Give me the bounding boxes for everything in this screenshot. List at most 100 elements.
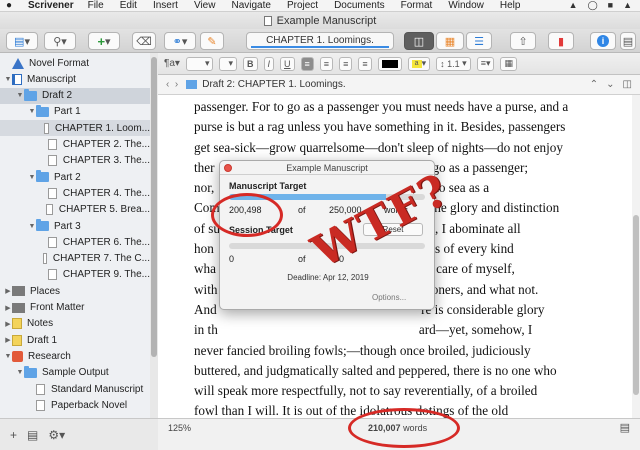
align-center-button[interactable]: ≡ [319, 56, 334, 71]
binder-item[interactable]: ▼ Research [0, 348, 150, 364]
inspector-button[interactable]: i [590, 32, 616, 50]
table-button[interactable]: ▦ [500, 56, 517, 71]
binder-item-label: CHAPTER 7. The C... [52, 253, 150, 265]
trash-button[interactable]: ⌫ [132, 32, 156, 50]
editor-scrollbar[interactable] [632, 95, 640, 418]
underline-button[interactable]: U [280, 56, 295, 71]
drive-icon[interactable]: ▲ [569, 0, 578, 11]
italic-button[interactable]: I [263, 56, 275, 71]
header-path[interactable]: Draft 2: CHAPTER 1. Loomings. [202, 79, 345, 90]
bookmark-button[interactable]: ▮ [548, 32, 574, 50]
binder-item[interactable]: CHAPTER 5. Brea... [0, 202, 150, 218]
text-color-button[interactable] [377, 56, 402, 71]
disclosure-expanded-icon[interactable]: ▼ [28, 174, 36, 181]
menu-app-name[interactable]: Scrivener [28, 0, 74, 11]
binder-item-label: Part 1 [54, 106, 81, 118]
sync-icon[interactable]: ◯ [588, 0, 598, 11]
binder-item[interactable]: CHAPTER 1. Loom... [0, 120, 150, 137]
gear-icon[interactable]: ⚙▾ [48, 428, 65, 442]
add-button[interactable]: + ▾ [88, 32, 120, 50]
font-menu[interactable]: ▾ [185, 56, 214, 71]
back-forward-icon[interactable]: ‹ › [166, 79, 178, 90]
binder-item[interactable]: ▼ Draft 2 [0, 87, 150, 104]
binder-item[interactable]: CHAPTER 4. The... [0, 185, 150, 201]
target-icon[interactable]: ▤ [620, 421, 630, 434]
highlight-icon: a [411, 59, 422, 68]
binder-item[interactable]: ▶ Places [0, 283, 150, 299]
menu-edit[interactable]: Edit [120, 0, 137, 11]
format-bar: ¶a▾ ▾ ▾ B I U ≡ ≡ ≡ ≡ a ▾ ↕ 1.1 ▾ ≡▾ ▦ [158, 53, 640, 75]
align-right-button[interactable]: ≡ [339, 56, 353, 71]
binder-item[interactable]: ▶ Front Matter [0, 300, 150, 316]
editor-line: will speak more respectfully, not to say… [194, 383, 538, 399]
close-icon[interactable] [224, 164, 232, 172]
corkboard-button[interactable]: ▦ [436, 32, 464, 50]
binder-item[interactable]: CHAPTER 9. The... [0, 267, 150, 283]
menu-documents[interactable]: Documents [334, 0, 385, 11]
binder-item[interactable]: ▼ Manuscript [0, 71, 150, 87]
add-folder-icon[interactable]: ▤ [27, 428, 38, 442]
binder-item[interactable]: CHAPTER 6. The... [0, 234, 150, 250]
binder-item-label: Part 2 [54, 171, 81, 183]
menu-navigate[interactable]: Navigate [231, 0, 270, 11]
binder-item[interactable]: Novel Format [0, 55, 150, 71]
zoom-level[interactable]: 125% [168, 423, 191, 433]
down-arrow-icon[interactable]: ⌄ [606, 79, 614, 90]
binder-scrollbar[interactable] [150, 53, 158, 418]
disclosure-collapsed-icon[interactable]: ▶ [4, 320, 12, 328]
binder-item[interactable]: ▶ Notes [0, 316, 150, 332]
options-button[interactable]: Options... [372, 293, 406, 302]
binder-item[interactable]: ▼ Part 3 [0, 218, 150, 234]
menu-file[interactable]: File [88, 0, 104, 11]
disclosure-collapsed-icon[interactable]: ▶ [4, 336, 12, 344]
font-size-menu[interactable]: ▾ [219, 56, 238, 71]
document-title-field[interactable]: CHAPTER 1. Loomings. [246, 32, 394, 50]
list-menu[interactable]: ≡▾ [476, 56, 495, 71]
disclosure-expanded-icon[interactable]: ▼ [28, 108, 36, 115]
view-mode-button[interactable]: ▤ ▾ [6, 32, 38, 50]
justify-button[interactable]: ≡ [358, 56, 372, 71]
outliner-button[interactable]: ☰ [466, 32, 492, 50]
menu-project[interactable]: Project [287, 0, 318, 11]
disclosure-collapsed-icon[interactable]: ▶ [4, 304, 12, 312]
editor-header: ‹ › Draft 2: CHAPTER 1. Loomings. ⌃ ⌄ ◫ [158, 75, 640, 95]
align-left-button[interactable]: ≡ [300, 56, 314, 71]
binder-item[interactable]: Standard Manuscript [0, 381, 150, 397]
binder-item[interactable]: ▼ Part 2 [0, 169, 150, 185]
paragraph-style-menu[interactable]: ¶a▾ [164, 58, 180, 69]
up-arrow-icon[interactable]: ⌃ [590, 79, 598, 90]
highlight-button[interactable]: a ▾ [407, 56, 431, 71]
apple-icon[interactable]: ● [6, 0, 18, 11]
disclosure-expanded-icon[interactable]: ▼ [28, 223, 36, 230]
disclosure-expanded-icon[interactable]: ▼ [16, 369, 24, 376]
share-button[interactable]: ⇧ [510, 32, 536, 50]
search-button[interactable]: ⚲ ▾ [44, 32, 76, 50]
disclosure-expanded-icon[interactable]: ▼ [4, 353, 12, 360]
add-plus-icon[interactable]: + [10, 428, 17, 442]
menu-view[interactable]: View [194, 0, 216, 11]
split-icon[interactable]: ◫ [623, 79, 632, 90]
binder-item[interactable]: ▶ Draft 1 [0, 332, 150, 348]
bold-button[interactable]: B [243, 56, 258, 71]
binder-item[interactable]: Paperback Novel [0, 397, 150, 413]
disclosure-expanded-icon[interactable]: ▼ [16, 92, 24, 99]
binder-item[interactable]: CHAPTER 3. The... [0, 153, 150, 169]
menu-window[interactable]: Window [448, 0, 484, 11]
menu-insert[interactable]: Insert [153, 0, 178, 11]
quick-reference-button[interactable]: ▤ [620, 32, 636, 50]
attach-button[interactable]: ⚭ ▾ [164, 32, 196, 50]
pdf-icon[interactable]: ■ [608, 0, 613, 11]
binder-footer: + ▤ ⚙▾ [0, 418, 158, 450]
disclosure-collapsed-icon[interactable]: ▶ [4, 287, 12, 295]
binder-item[interactable]: ▼ Part 1 [0, 104, 150, 120]
menu-format[interactable]: Format [401, 0, 433, 11]
binder-item[interactable]: CHAPTER 2. The... [0, 137, 150, 153]
compose-button[interactable]: ✎ [200, 32, 224, 50]
scrivenings-button[interactable]: ◫ [404, 32, 434, 50]
menu-help[interactable]: Help [500, 0, 521, 11]
disclosure-expanded-icon[interactable]: ▼ [4, 76, 12, 83]
binder-item[interactable]: ▼ Sample Output [0, 365, 150, 381]
line-spacing-menu[interactable]: ↕ 1.1 ▾ [436, 56, 471, 71]
status-icon[interactable]: ▲ [623, 0, 632, 11]
binder-item[interactable]: CHAPTER 7. The C... [0, 251, 150, 267]
